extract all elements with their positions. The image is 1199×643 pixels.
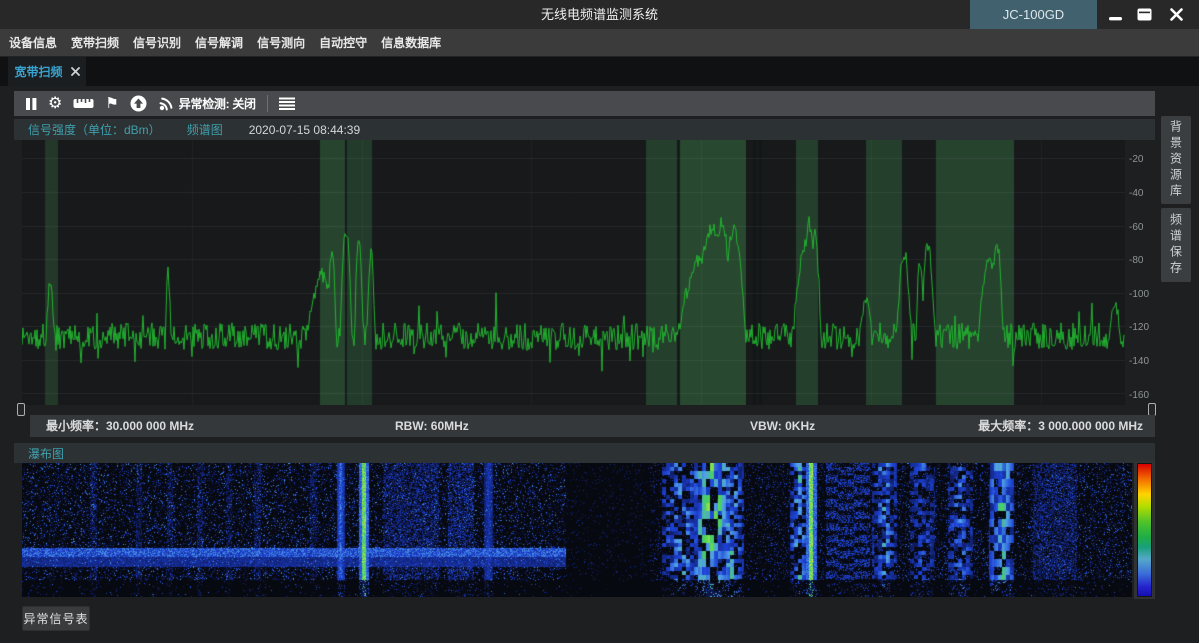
tab-wideband-sweep[interactable]: 宽带扫频 — [8, 57, 86, 86]
waterfall-colorbar — [1137, 463, 1152, 597]
menu-item-wideband-sweep[interactable]: 宽带扫频 — [64, 29, 126, 57]
waterfall-canvas[interactable] — [22, 463, 1132, 597]
max-frequency-value: 最大频率：3 000.000 000 MHz — [978, 415, 1143, 437]
menu-item-device-info[interactable]: 设备信息 — [2, 29, 64, 57]
up-arrow-circle-icon — [130, 95, 147, 112]
vbw-value: VBW: 0KHz — [750, 415, 815, 437]
spectrum-subtitle: 频谱图 — [187, 121, 223, 138]
spectrum-panel-header: 信号强度（单位：dBm） 频谱图 2020-07-15 08:44:39 — [14, 119, 1155, 140]
rbw-value: RBW: 60MHz — [395, 415, 469, 437]
spectrum-ylabel: 信号强度（单位：dBm） — [28, 121, 161, 138]
spectrum-toolbar: ⚙ ⚑ 异常检测: 关闭 — [14, 91, 1155, 116]
spectrum-save-button[interactable]: 频谱保存 — [1161, 208, 1191, 282]
settings-button[interactable]: ⚙ — [48, 91, 62, 116]
close-button[interactable] — [1163, 0, 1189, 29]
anomaly-detect-toggle[interactable]: 异常检测: 关闭 — [158, 91, 256, 116]
close-icon — [1170, 8, 1183, 21]
spectrum-timestamp: 2020-07-15 08:44:39 — [249, 123, 360, 137]
y-tick: -160 — [1129, 390, 1159, 401]
freq-range-handle-left[interactable] — [17, 403, 25, 416]
tab-strip: 宽带扫频 — [0, 57, 1199, 86]
min-frequency-value: 最小频率：30.000 000 MHz — [46, 415, 194, 437]
spectrum-canvas[interactable] — [22, 140, 1125, 405]
anomaly-detect-label: 异常检测: 关闭 — [179, 95, 256, 112]
menu-item-auto-guard[interactable]: 自动控守 — [312, 29, 374, 57]
minimize-icon — [1109, 9, 1123, 21]
marker-button[interactable]: ⚑ — [105, 91, 118, 116]
upload-button[interactable] — [130, 91, 147, 116]
frequency-status-bar: 最小频率：30.000 000 MHz RBW: 60MHz VBW: 0KHz… — [30, 415, 1155, 437]
device-badge: JC-100GD — [970, 0, 1097, 29]
maximize-button[interactable] — [1131, 0, 1157, 29]
spectrum-chart-region: -20 -40 -60 -80 -100 -120 -140 -160 — [0, 140, 1199, 405]
gear-icon: ⚙ — [48, 91, 62, 116]
menu-item-signal-demod[interactable]: 信号解调 — [188, 29, 250, 57]
tab-close-icon[interactable] — [71, 67, 80, 76]
waterfall-title: 瀑布图 — [28, 445, 64, 462]
menu-item-info-database[interactable]: 信息数据库 — [374, 29, 448, 57]
y-tick: -60 — [1129, 222, 1159, 233]
y-tick: -100 — [1129, 289, 1159, 300]
y-tick: -40 — [1129, 188, 1159, 199]
signal-waves-icon — [158, 96, 175, 112]
maximize-icon — [1137, 8, 1152, 21]
pause-button[interactable] — [25, 91, 37, 116]
y-tick: -140 — [1129, 356, 1159, 367]
flag-icon: ⚑ — [105, 91, 118, 116]
menu-item-direction-finding[interactable]: 信号测向 — [250, 29, 312, 57]
menu-bar: 设备信息 宽带扫频 信号识别 信号解调 信号测向 自动控守 信息数据库 — [0, 29, 1199, 57]
y-tick: -80 — [1129, 255, 1159, 266]
background-resource-library-button[interactable]: 背景资源库 — [1161, 116, 1191, 204]
abnormal-signal-table-button[interactable]: 异常信号表 — [22, 606, 90, 631]
hamburger-menu-icon — [279, 97, 295, 110]
toolbar-separator — [267, 95, 268, 112]
ruler-icon — [73, 98, 94, 109]
y-tick: -120 — [1129, 322, 1159, 333]
minimize-button[interactable] — [1103, 0, 1129, 29]
pause-icon — [25, 97, 37, 111]
menu-item-signal-identify[interactable]: 信号识别 — [126, 29, 188, 57]
tab-label: 宽带扫频 — [14, 63, 62, 80]
title-bar: 无线电频谱监测系统 JC-100GD — [0, 0, 1199, 29]
list-menu-button[interactable] — [279, 91, 295, 116]
measure-button[interactable] — [73, 91, 94, 116]
y-tick: -20 — [1129, 154, 1159, 165]
waterfall-panel-header: 瀑布图 — [14, 443, 1155, 463]
